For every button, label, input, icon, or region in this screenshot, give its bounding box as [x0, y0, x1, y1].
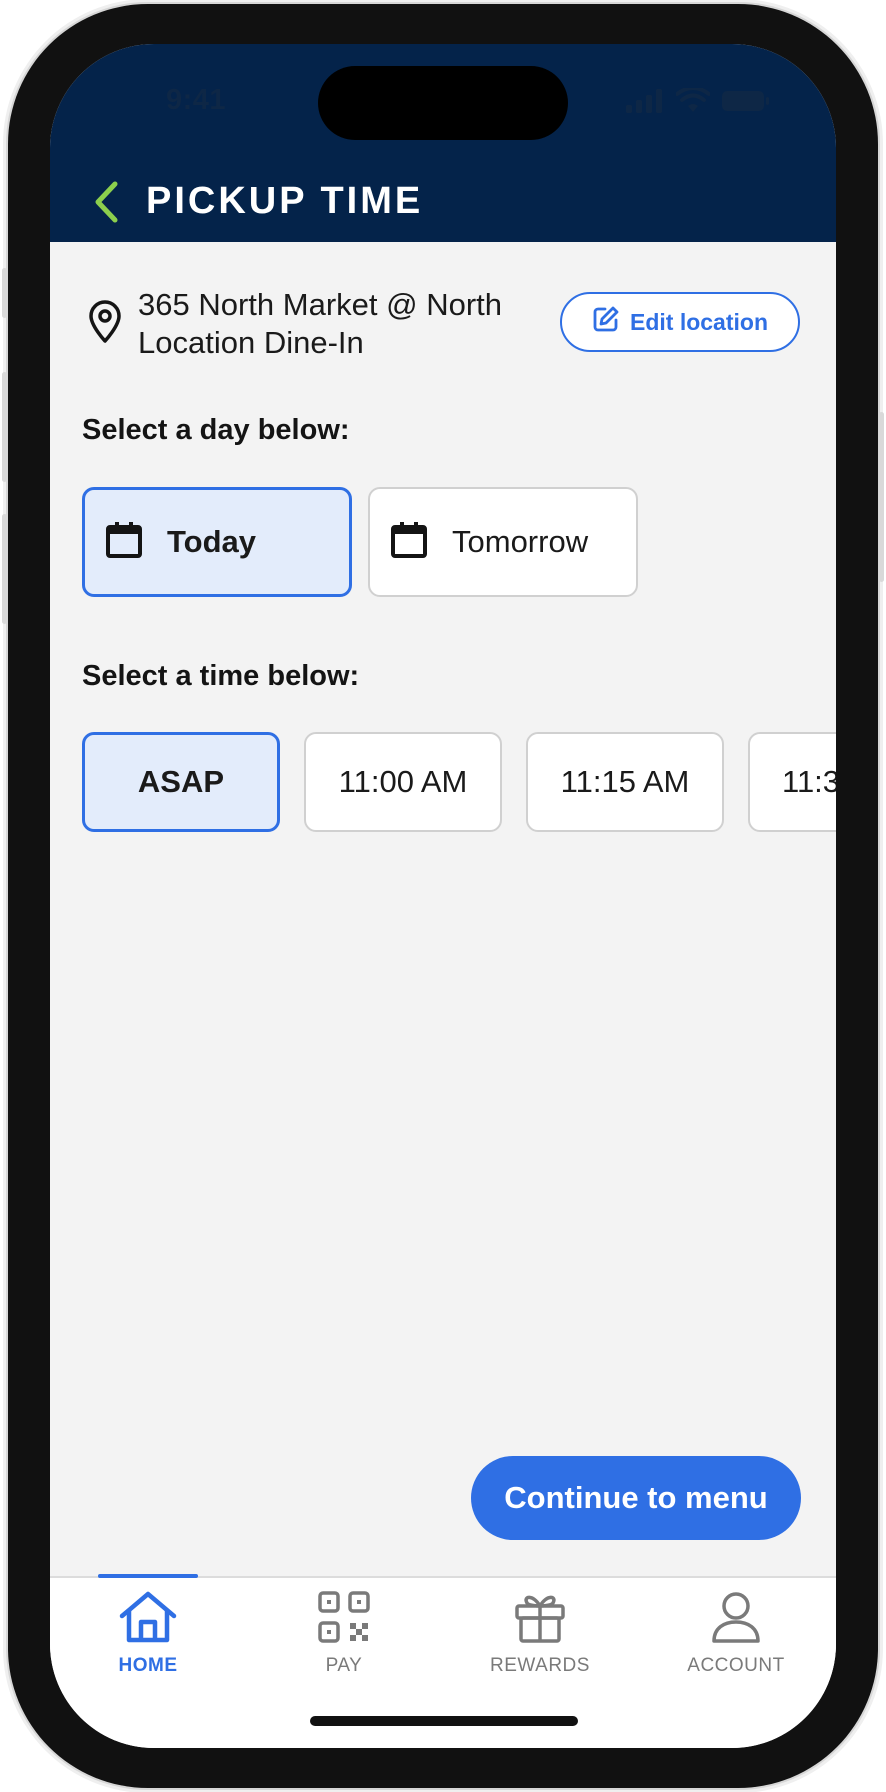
calendar-icon	[390, 521, 428, 564]
day-option-tomorrow[interactable]: Tomorrow	[368, 487, 638, 597]
status-time: 9:41	[166, 84, 227, 116]
gift-icon	[513, 1590, 567, 1649]
edit-location-button[interactable]: Edit location	[560, 292, 800, 352]
user-icon	[709, 1590, 763, 1649]
app-header: 9:41 PICKUP TIME	[50, 44, 836, 242]
dynamic-island	[318, 66, 568, 140]
time-slot-1115[interactable]: 11:15 AM	[526, 732, 724, 832]
location-name: 365 North Market @ North Location Dine-I…	[138, 287, 502, 360]
time-slot-asap[interactable]: ASAP	[82, 732, 280, 832]
tab-rewards[interactable]: REWARDS	[442, 1578, 638, 1688]
edit-icon	[592, 305, 620, 339]
status-icons	[626, 86, 770, 119]
day-option-label: Tomorrow	[452, 524, 589, 559]
tab-pay[interactable]: PAY	[246, 1578, 442, 1688]
day-section-label: Select a day below:	[82, 414, 350, 446]
edit-location-label: Edit location	[630, 308, 768, 335]
map-pin-icon	[88, 300, 122, 349]
silent-switch	[2, 268, 7, 318]
volume-up-button	[2, 372, 7, 482]
tab-account[interactable]: ACCOUNT	[638, 1578, 834, 1688]
active-tab-indicator	[98, 1574, 198, 1578]
page-title: PICKUP TIME	[146, 180, 424, 222]
home-indicator	[310, 1716, 578, 1726]
volume-down-button	[2, 514, 7, 624]
cellular-signal-icon	[626, 89, 664, 118]
home-icon	[118, 1590, 178, 1649]
tab-label: PAY	[325, 1655, 363, 1676]
tab-home[interactable]: HOME	[50, 1574, 246, 1688]
day-option-today[interactable]: Today	[82, 487, 352, 597]
calendar-icon	[105, 521, 143, 564]
time-slot-1130[interactable]: 11:30 AM	[748, 732, 836, 832]
time-section-label: Select a time below:	[82, 660, 360, 692]
battery-icon	[722, 89, 770, 118]
tab-label: REWARDS	[490, 1655, 590, 1676]
continue-to-menu-button[interactable]: Continue to menu	[471, 1456, 801, 1540]
tab-label: ACCOUNT	[687, 1655, 785, 1676]
qr-code-icon	[317, 1590, 371, 1649]
chevron-left-icon	[93, 180, 119, 229]
day-option-label: Today	[167, 524, 256, 559]
time-slot-1100[interactable]: 11:00 AM	[304, 732, 502, 832]
tab-label: HOME	[118, 1655, 178, 1676]
wifi-icon	[675, 86, 711, 119]
power-button	[879, 412, 884, 582]
back-button[interactable]	[86, 178, 126, 230]
phone-screen: 9:41 PICKUP TIME 365 North Market @ Nort…	[50, 44, 836, 1748]
